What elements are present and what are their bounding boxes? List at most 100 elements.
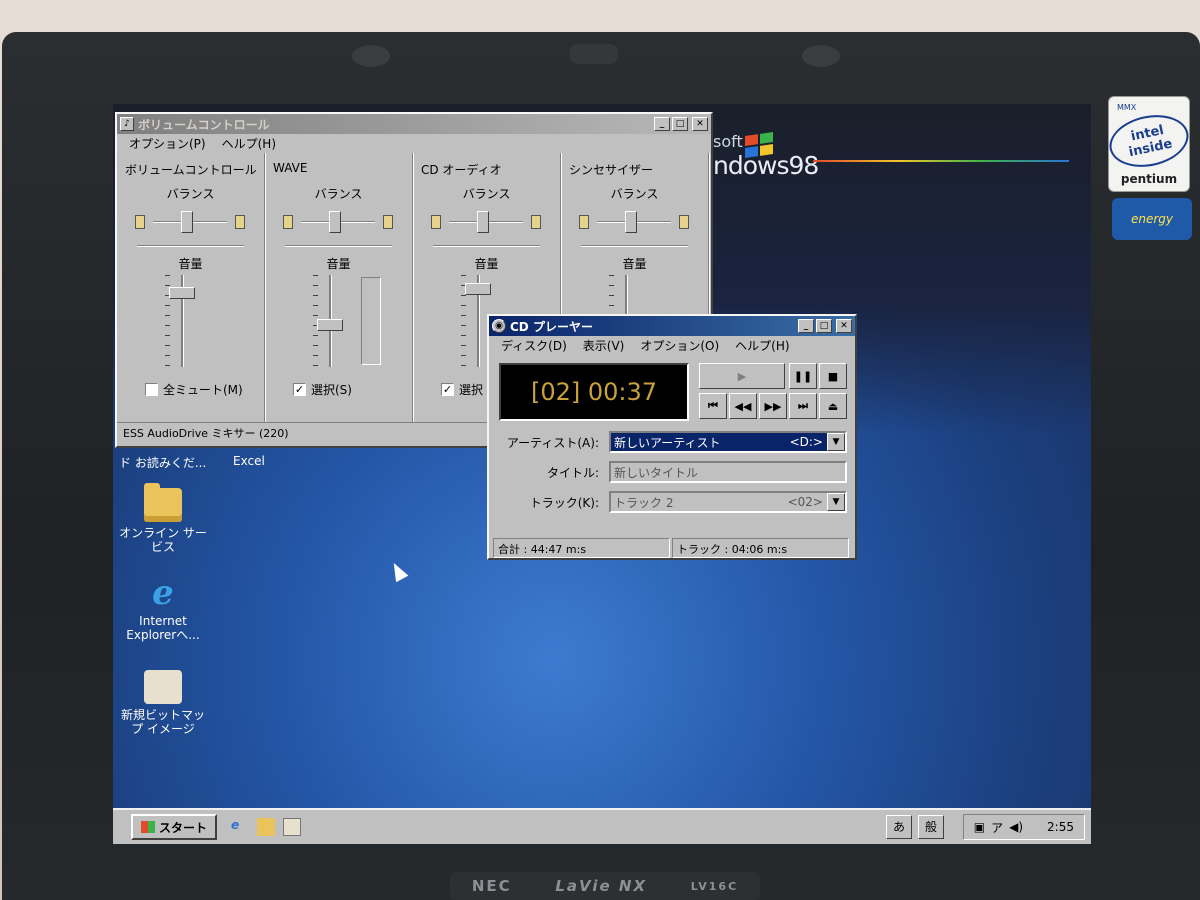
balance-thumb[interactable] [181, 211, 193, 233]
track-time-display: [02] 00:37 [499, 363, 689, 421]
balance-thumb[interactable] [625, 211, 637, 233]
track-dropdown[interactable]: トラック 2 <02> ▼ [609, 491, 847, 513]
speaker-left-icon [579, 215, 589, 229]
balance-slider[interactable] [431, 209, 541, 235]
channel-checkbox[interactable]: ✓ 選択(S) [293, 381, 352, 398]
menu-help[interactable]: ヘルプ(H) [214, 135, 284, 152]
title-row: タイトル: 新しいタイトル [499, 461, 847, 485]
channel-checkbox[interactable]: 全ミュート(M) [145, 381, 243, 398]
volume-slider[interactable] [165, 275, 201, 367]
bezel-bump-left [352, 45, 390, 67]
model-logo: LaVie NX [555, 877, 648, 895]
windows98-brand: soft ndows98 [713, 132, 819, 180]
volume-thumb[interactable] [465, 283, 491, 295]
balance-thumb[interactable] [477, 211, 489, 233]
rewind-button[interactable]: ◀◀ [729, 393, 757, 419]
clock[interactable]: 2:55 [1047, 820, 1074, 834]
volume-slider[interactable] [313, 275, 349, 367]
level-meter [361, 277, 381, 365]
balance-slider[interactable] [283, 209, 393, 235]
desktop-icon-new-bitmap[interactable]: 新規ビットマップ イメージ [117, 670, 209, 736]
intel-inside-logo: intel inside [1104, 108, 1194, 174]
show-desktop-icon[interactable] [283, 818, 302, 836]
balance-slider[interactable] [135, 209, 245, 235]
quick-launch: e [231, 818, 302, 836]
folder-icon [144, 483, 182, 522]
balance-thumb[interactable] [329, 211, 341, 233]
minimize-button[interactable]: _ [654, 117, 670, 131]
ime-conversion-button[interactable]: 般 [918, 815, 945, 839]
maximize-button[interactable]: □ [672, 117, 688, 131]
fast-forward-button[interactable]: ▶▶ [759, 393, 787, 419]
checkbox-box[interactable]: ✓ [441, 383, 454, 396]
channel-name: ボリュームコントロール [125, 163, 257, 177]
network-icon[interactable]: ▣ [974, 820, 985, 834]
cd-disc-icon: ◉ [492, 319, 506, 333]
desktop-icon-internet-explorer[interactable]: e Internet Explorerへ... [117, 576, 209, 642]
menu-options[interactable]: オプション(P) [121, 135, 214, 152]
menu-view[interactable]: 表示(V) [575, 337, 633, 354]
checkbox-box[interactable] [145, 383, 158, 396]
close-button[interactable]: ✕ [692, 117, 708, 131]
menu-options[interactable]: オプション(O) [632, 337, 727, 354]
chevron-down-icon[interactable]: ▼ [827, 493, 845, 511]
ime-toolbar: あ 般 [886, 815, 945, 839]
cd-player-window: ◉ CD プレーヤー _ □ ✕ ディスク(D) 表示(V) オプション(O) … [487, 314, 857, 560]
minimize-button[interactable]: _ [798, 319, 814, 333]
brand-logo: NEC [471, 877, 512, 895]
cd-statusbar: 合計 : 44:47 m:s トラック : 04:06 m:s [493, 538, 851, 558]
balance-slider[interactable] [579, 209, 689, 235]
volume-label: 音量 [474, 257, 499, 271]
channel-name: シンセサイザー [569, 163, 654, 177]
artist-row: アーティスト(A): 新しいアーティスト <D:> ▼ [499, 431, 847, 455]
channel-checkbox[interactable]: ✓ 選択 [441, 381, 483, 398]
speaker-right-icon [679, 215, 689, 229]
artist-label: アーティスト(A): [506, 436, 599, 450]
system-tray: ▣ ア ◀) 2:55 [962, 814, 1085, 840]
menu-help[interactable]: ヘルプ(H) [727, 337, 797, 354]
outlook-express-icon[interactable] [257, 818, 276, 836]
energy-star-sticker: energy [1112, 198, 1192, 240]
speaker-left-icon [283, 215, 293, 229]
track-time-status: トラック : 04:06 m:s [672, 538, 849, 558]
menu-disc[interactable]: ディスク(D) [493, 337, 575, 354]
track-row: トラック(K): トラック 2 <02> ▼ [499, 491, 847, 515]
start-button[interactable]: スタート [131, 814, 218, 840]
checkbox-box[interactable]: ✓ [293, 383, 306, 396]
speaker-right-icon [235, 215, 245, 229]
balance-label: バランス [166, 187, 215, 201]
stop-button[interactable]: ■ [819, 363, 847, 389]
ime-mode-button[interactable]: あ [886, 815, 913, 839]
internet-explorer-icon[interactable]: e [231, 818, 249, 836]
eject-button[interactable]: ⏏ [819, 393, 847, 419]
volume-icon[interactable]: ◀) [1009, 820, 1023, 834]
play-button[interactable]: ▶ [699, 363, 785, 389]
volume-label: 音量 [178, 257, 203, 271]
speaker-right-icon [531, 215, 541, 229]
mixer-channel: ボリュームコントロール バランス 音量 全ミュート(M) [117, 153, 265, 422]
title-field[interactable]: 新しいタイトル [609, 461, 847, 483]
previous-track-button[interactable]: ⏮ [699, 393, 727, 419]
desktop-screen: soft ndows98 ド お読みくだ... Excel オンライン サービス… [113, 104, 1091, 844]
maximize-button[interactable]: □ [816, 319, 832, 333]
ime-kana-indicator[interactable]: ア [991, 819, 1003, 836]
desktop-icon-readme-label[interactable]: ド お読みくだ... [119, 454, 206, 471]
pause-button[interactable]: ❚❚ [789, 363, 817, 389]
bezel-latch [570, 44, 618, 64]
volume-control-titlebar[interactable]: ♪ ボリュームコントロール _ □ ✕ [117, 114, 711, 134]
cd-player-body: [02] 00:37 ▶ ❚❚ ■ ⏮ ◀◀ ▶▶ ⏭ ⏏ アーティスト(A):… [489, 355, 855, 560]
desktop-icon-online-services[interactable]: オンライン サービス [117, 483, 209, 554]
volume-thumb[interactable] [317, 319, 343, 331]
chevron-down-icon[interactable]: ▼ [827, 433, 845, 451]
intel-sticker: MMX intel inside pentium [1104, 96, 1194, 192]
cd-player-titlebar[interactable]: ◉ CD プレーヤー _ □ ✕ [489, 316, 855, 336]
balance-label: バランス [462, 187, 511, 201]
desktop-icon-excel-label[interactable]: Excel [233, 454, 265, 468]
close-button[interactable]: ✕ [836, 319, 852, 333]
volume-label: 音量 [326, 257, 351, 271]
artist-dropdown[interactable]: 新しいアーティスト <D:> ▼ [609, 431, 847, 453]
volume-thumb[interactable] [169, 287, 195, 299]
speaker-left-icon [135, 215, 145, 229]
speaker-left-icon [431, 215, 441, 229]
next-track-button[interactable]: ⏭ [789, 393, 817, 419]
